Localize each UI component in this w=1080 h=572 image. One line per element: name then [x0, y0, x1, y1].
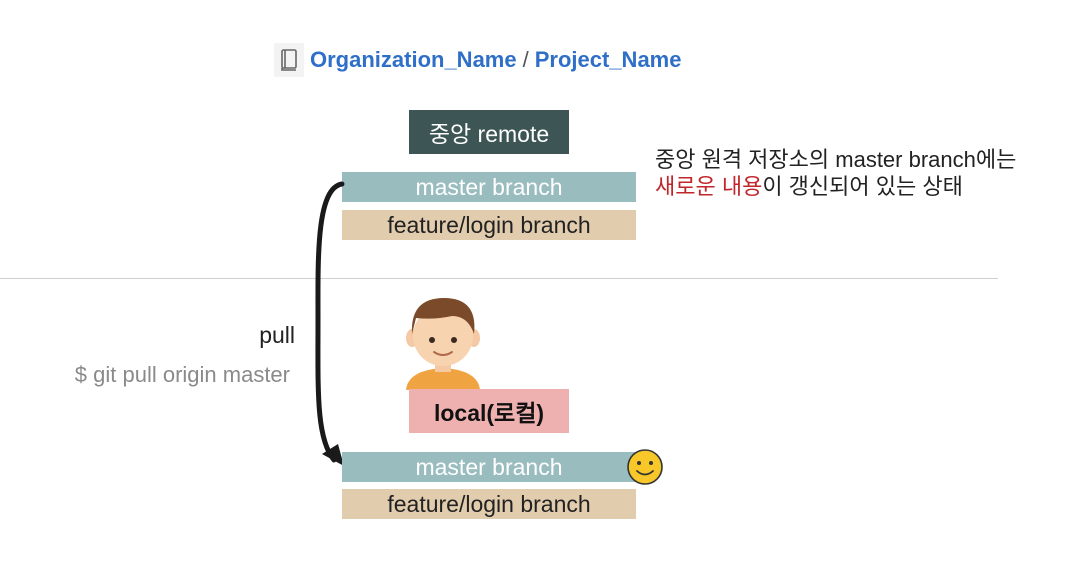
repo-breadcrumb: Organization_Name / Project_Name — [274, 42, 681, 78]
developer-avatar — [406, 298, 480, 390]
organization-link[interactable]: Organization_Name — [310, 47, 517, 73]
local-master-branch: master branch — [342, 452, 636, 482]
git-command: $ git pull origin master — [74, 362, 290, 387]
pull-label: pull — [259, 322, 295, 348]
smiley-icon — [627, 449, 663, 485]
pull-arrow — [315, 181, 345, 466]
project-link[interactable]: Project_Name — [535, 47, 682, 73]
remote-label: 중앙 remote — [409, 110, 569, 154]
note-line-2: 새로운 내용이 갱신되어 있는 상태 — [655, 173, 1016, 200]
remote-master-branch: master branch — [342, 172, 636, 202]
breadcrumb-separator: / — [522, 47, 529, 72]
book-icon — [274, 43, 304, 77]
note-highlight: 새로운 내용 — [655, 174, 763, 199]
status-note: 중앙 원격 저장소의 master branch에는 새로운 내용이 갱신되어 … — [655, 146, 1016, 200]
note-line-1: 중앙 원격 저장소의 master branch에는 — [655, 147, 1017, 172]
local-feature-branch: feature/login branch — [342, 489, 636, 519]
local-label: local(로컬) — [409, 389, 569, 433]
section-divider — [0, 278, 998, 279]
note-line-2-rest: 이 갱신되어 있는 상태 — [762, 174, 963, 199]
remote-feature-branch: feature/login branch — [342, 210, 636, 240]
